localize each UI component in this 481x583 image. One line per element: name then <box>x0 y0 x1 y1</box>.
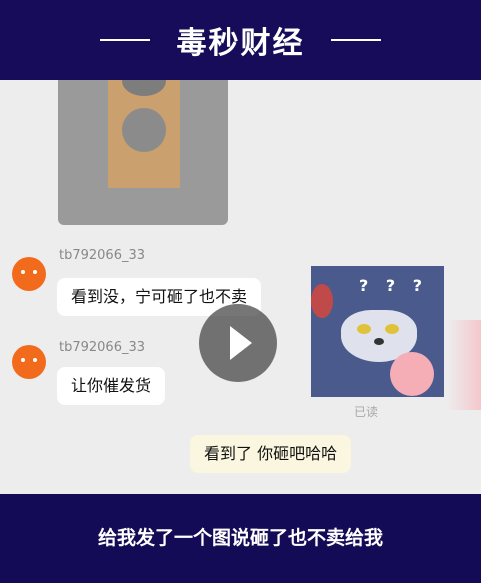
read-status: 已读 <box>354 405 379 419</box>
message-bubble[interactable]: 让你催发货 <box>57 367 166 405</box>
brand-line-right <box>331 39 381 41</box>
avatar[interactable] <box>12 345 46 379</box>
avatar[interactable] <box>12 257 46 291</box>
pink-edge <box>447 320 481 410</box>
chat-area[interactable]: tb792066_33 看到没，宁可砸了也不卖 tb792066_33 让你催发… <box>0 80 481 494</box>
cat-eye <box>385 324 399 334</box>
wood-board <box>108 80 180 188</box>
my-message-bubble[interactable]: 看到了 你砸吧哈哈 <box>190 435 352 473</box>
video-caption: 给我发了一个图说砸了也不卖给我 <box>0 494 481 583</box>
top-banner: 毒秒财经 <box>0 0 481 80</box>
cat-eye <box>357 324 371 334</box>
image-message[interactable] <box>58 80 228 225</box>
brand-title: 毒秒财经 <box>176 26 305 61</box>
cat-ear <box>311 284 333 318</box>
sticker-text: ? ? ? <box>359 276 428 295</box>
my-avatar[interactable] <box>390 352 434 396</box>
username: tb792066_33 <box>59 248 146 263</box>
play-icon[interactable] <box>199 304 277 382</box>
board-hole <box>122 108 166 152</box>
username: tb792066_33 <box>59 340 146 355</box>
board-hole <box>122 80 166 96</box>
cat-nose <box>374 338 384 345</box>
